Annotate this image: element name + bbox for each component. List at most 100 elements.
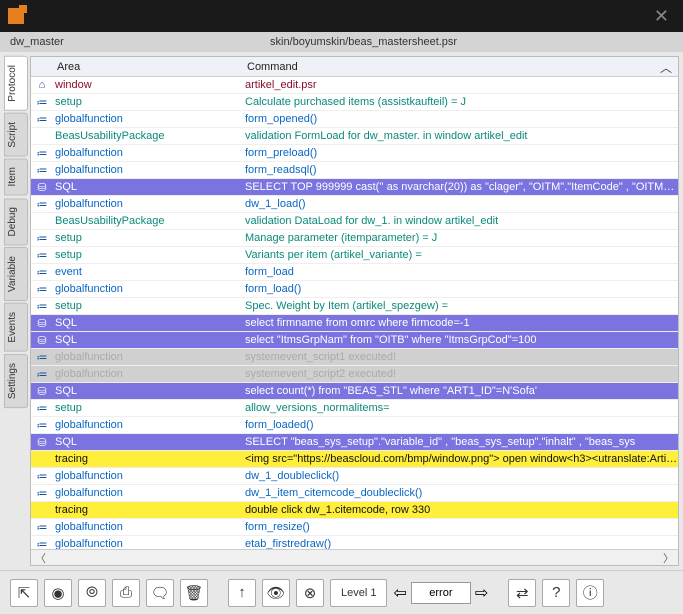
row-command: SELECT TOP 999999 cast('' as nvarchar(20… (243, 181, 678, 193)
cancel-icon[interactable]: ⊗ (296, 579, 324, 607)
row-command: systemevent_script1 executed! (243, 351, 678, 363)
table-row[interactable]: ⛁SQLselect firmname from omrc where firm… (31, 315, 678, 332)
row-area: BeasUsabilityPackage (53, 215, 243, 227)
table-row[interactable]: ⛁SQLSELECT TOP 999999 cast('' as nvarcha… (31, 179, 678, 196)
close-icon[interactable]: ✕ (648, 6, 675, 27)
table-row[interactable]: ⌂windowartikel_edit.psr (31, 77, 678, 94)
row-area: window (53, 79, 243, 91)
row-area: globalfunction (53, 470, 243, 482)
row-command: dw_1_item_citemcode_doubleclick() (243, 487, 678, 499)
table-row[interactable]: ≔globalfunctionform_opened() (31, 111, 678, 128)
table-row[interactable]: ≔globalfunctionform_resize() (31, 519, 678, 536)
table-row[interactable]: ≔globalfunctionform_preload() (31, 145, 678, 162)
row-area: globalfunction (53, 113, 243, 125)
window-root: ✕ dw_master skin/boyumskin/beas_mastersh… (0, 0, 683, 614)
level-button[interactable]: Level 1 (330, 579, 387, 607)
row-area: globalfunction (53, 368, 243, 380)
table-row[interactable]: ≔globalfunctionetab_firstredraw() (31, 536, 678, 549)
table-row[interactable]: ⛁SQL SELECT "beas_sys_setup"."variable_i… (31, 434, 678, 451)
row-command: select firmname from omrc where firmcode… (243, 317, 678, 329)
table-row[interactable]: ≔globalfunctiondw_1_doubleclick() (31, 468, 678, 485)
titlebar: ✕ (0, 0, 683, 32)
scroll-left-icon[interactable]: 〈 (35, 550, 46, 566)
row-area: setup (53, 300, 243, 312)
table-row[interactable]: ≔globalfunctionsystemevent_script1 execu… (31, 349, 678, 366)
row-command: Calculate purchased items (assistkauftei… (243, 96, 678, 108)
row-icon: ⛁ (31, 334, 53, 347)
row-command: dw_1_load() (243, 198, 678, 210)
table-row[interactable]: ≔setupallow_versions_normalitems= (31, 400, 678, 417)
row-area: setup (53, 96, 243, 108)
row-area: globalfunction (53, 538, 243, 549)
table-row[interactable]: BeasUsabilityPackagevalidation DataLoad … (31, 213, 678, 230)
row-area: globalfunction (53, 147, 243, 159)
row-icon: ⛁ (31, 317, 53, 330)
row-area: tracing (53, 504, 243, 516)
horizontal-scrollbar[interactable]: 〈 〉 (31, 549, 678, 565)
table-row[interactable]: ≔setupSpec. Weight by Item (artikel_spez… (31, 298, 678, 315)
row-icon: ≔ (31, 96, 53, 109)
help-icon[interactable]: ? (542, 579, 570, 607)
tab-variable[interactable]: Variable (4, 247, 28, 301)
table-row[interactable]: ≔globalfunctiondw_1_item_citemcode_doubl… (31, 485, 678, 502)
row-icon: ⛁ (31, 436, 53, 449)
info-icon[interactable]: ⓘ (576, 579, 604, 607)
row-icon: ≔ (31, 538, 53, 550)
table-row[interactable]: BeasUsabilityPackagevalidation FormLoad … (31, 128, 678, 145)
table-row[interactable]: ≔globalfunctionsystemevent_script2 execu… (31, 366, 678, 383)
table-row[interactable]: ⛁SQLselect "ItmsGrpNam" from "OITB" wher… (31, 332, 678, 349)
table-row[interactable]: tracing<img src="https://beascloud.com/b… (31, 451, 678, 468)
col-command-header[interactable]: Command (243, 61, 678, 73)
table-row[interactable]: ≔globalfunctionform_load() (31, 281, 678, 298)
table-row[interactable]: tracingdouble click dw_1.citemcode, row … (31, 502, 678, 519)
table-row[interactable]: ≔eventform_load (31, 264, 678, 281)
row-command: form_loaded() (243, 419, 678, 431)
transfer-icon[interactable]: ⇄ (508, 579, 536, 607)
row-area: setup (53, 249, 243, 261)
prev-error-icon[interactable]: ⇦ (393, 583, 406, 603)
table-row[interactable]: ≔globalfunctionform_loaded() (31, 417, 678, 434)
row-area: BeasUsabilityPackage (53, 130, 243, 142)
error-field[interactable] (411, 582, 471, 604)
tab-settings[interactable]: Settings (4, 354, 28, 408)
row-area: tracing (53, 453, 243, 465)
table-row[interactable]: ⛁SQLselect count(*) from "BEAS_STL" wher… (31, 383, 678, 400)
delete-icon[interactable]: 🗑 (180, 579, 208, 607)
row-area: SQL (53, 181, 243, 193)
chevron-up-icon[interactable]: ︿ (660, 59, 672, 76)
row-icon: ≔ (31, 470, 53, 483)
row-icon: ≔ (31, 198, 53, 211)
table-row[interactable]: ≔setupCalculate purchased items (assistk… (31, 94, 678, 111)
comment-icon[interactable]: 🗨 (146, 579, 174, 607)
table-row[interactable]: ≔globalfunctiondw_1_load() (31, 196, 678, 213)
next-error-icon[interactable]: ⇨ (475, 583, 488, 603)
row-icon: ⛁ (31, 385, 53, 398)
row-command: form_load (243, 266, 678, 278)
table-row[interactable]: ≔setupVariants per item (artikel_variant… (31, 247, 678, 264)
record-icon[interactable]: ◉ (44, 579, 72, 607)
row-icon: ⛁ (31, 181, 53, 194)
tab-script[interactable]: Script (4, 113, 28, 157)
table-row[interactable]: ≔globalfunctionform_readsql() (31, 162, 678, 179)
scroll-right-icon[interactable]: 〉 (663, 550, 674, 566)
main-panel: Area Command ︿ ⌂windowartikel_edit.psr≔s… (30, 56, 679, 566)
tab-item[interactable]: Item (4, 158, 28, 195)
col-area-header[interactable]: Area (53, 61, 243, 73)
row-icon: ≔ (31, 368, 53, 381)
up-arrow-icon[interactable]: ↑ (228, 579, 256, 607)
table-row[interactable]: ≔setupManage parameter (itemparameter) =… (31, 230, 678, 247)
row-area: SQL (53, 334, 243, 346)
stop-icon[interactable]: ⦾ (78, 579, 106, 607)
grid-rows[interactable]: ⌂windowartikel_edit.psr≔setupCalculate p… (31, 77, 678, 549)
subheader-path: skin/boyumskin/beas_mastersheet.psr (270, 36, 673, 48)
row-command: <img src="https://beascloud.com/bmp/wind… (243, 453, 678, 465)
row-command: form_opened() (243, 113, 678, 125)
tab-debug[interactable]: Debug (4, 198, 28, 245)
eye-icon[interactable]: 👁 (262, 579, 290, 607)
row-area: setup (53, 232, 243, 244)
print-icon[interactable]: ⎙ (112, 579, 140, 607)
row-area: SQL (53, 385, 243, 397)
tab-events[interactable]: Events (4, 303, 28, 352)
export-icon[interactable]: ⇱ (10, 579, 38, 607)
tab-protocol[interactable]: Protocol (4, 56, 28, 111)
